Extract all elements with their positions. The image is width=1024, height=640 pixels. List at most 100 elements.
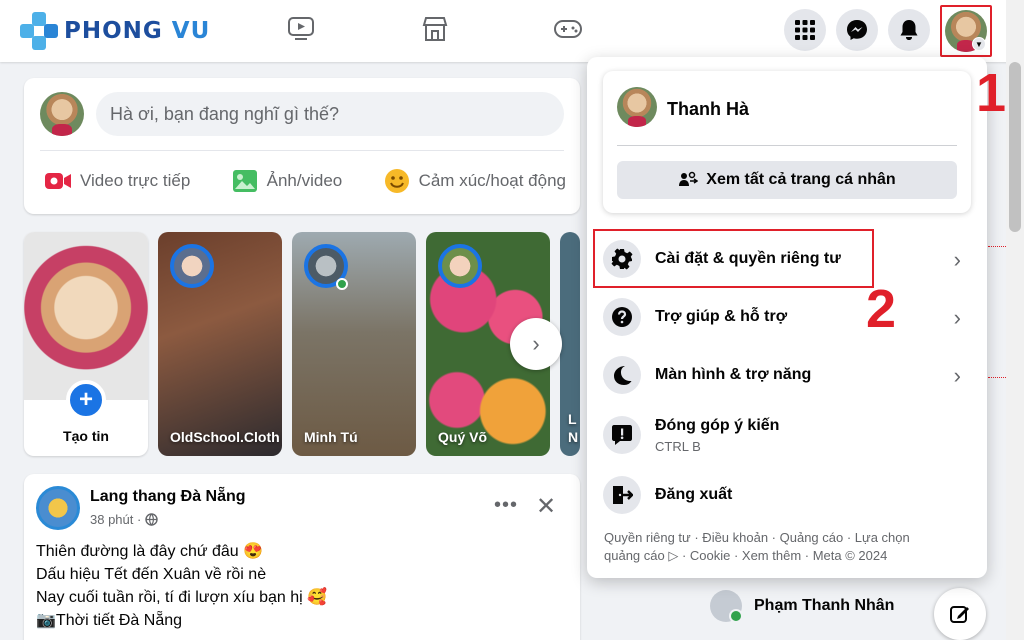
brand-name-part1: PHONG (64, 18, 172, 44)
story-avatar (438, 244, 482, 288)
post-body: Thiên đường là đây chứ đâu 😍 Dấu hiệu Tế… (36, 540, 327, 632)
contact-avatar (710, 590, 743, 623)
story-avatar (170, 244, 214, 288)
menu-item-text: Đóng góp ý kiến CTRL B (655, 417, 779, 454)
annotation-step-1: 1 (976, 63, 1007, 123)
dotted-guide (988, 246, 1006, 247)
contact-name: Phạm Thanh Nhân (754, 597, 895, 614)
post-line: Dấu hiệu Tết đến Xuân về rồi nè (36, 566, 267, 583)
live-video-icon (44, 168, 72, 194)
feeling-activity-button[interactable]: Cảm xúc/hoạt động (379, 160, 570, 202)
menu-footer-links[interactable]: Quyền riêng tư · Điều khoản · Quảng cáo … (604, 529, 976, 565)
photo-video-button[interactable]: Ảnh/video (227, 160, 347, 202)
top-navigation-bar: PHONG VU ▼ (0, 0, 1024, 62)
brand-name-part2: VU (171, 18, 211, 44)
photo-video-label: Ảnh/video (266, 171, 343, 190)
dotted-guide (988, 377, 1006, 378)
composer-avatar[interactable] (40, 92, 84, 136)
menu-profile-avatar (617, 87, 657, 127)
page-scrollbar[interactable] (1006, 0, 1024, 640)
brand-name: PHONG VU (64, 18, 210, 44)
new-message-button[interactable] (934, 588, 986, 640)
live-video-label: Video trực tiếp (80, 171, 191, 190)
post-line: 📷Thời tiết Đà Nẵng (36, 612, 183, 629)
post-composer: Hà ơi, bạn đang nghĩ gì thế? Video trực … (24, 78, 580, 214)
feeling-activity-label: Cảm xúc/hoạt động (418, 171, 566, 190)
brand-logo-mark (20, 12, 58, 50)
menu-item-help-support[interactable]: Trợ giúp & hỗ trợ › (599, 289, 975, 345)
compose-icon (950, 606, 969, 623)
story-card[interactable]: L N (560, 232, 580, 456)
post-line: Thiên đường là đây chứ đâu 😍 (36, 543, 264, 560)
post-meta: 38 phút · (90, 512, 159, 527)
chevron-right-icon: › (953, 247, 961, 272)
post-author-avatar[interactable] (36, 486, 80, 530)
scrollbar-thumb[interactable] (1009, 62, 1021, 232)
profile-card[interactable]: Thanh Hà Xem tất cả trang cá nhân (603, 71, 971, 213)
messenger-button[interactable] (836, 9, 878, 51)
composer-actions: Video trực tiếp Ảnh/video Cảm xúc/hoạt đ… (40, 160, 570, 202)
footer-links-line[interactable]: Quyền riêng tư · Điều khoản · Quảng cáo … (604, 529, 976, 547)
grid-menu-icon (795, 20, 815, 40)
close-icon[interactable]: ✕ (536, 492, 556, 521)
plus-icon[interactable]: + (66, 380, 106, 420)
story-name: Minh Tú (304, 429, 358, 445)
annotation-step-2: 2 (866, 279, 897, 339)
composer-input[interactable]: Hà ơi, bạn đang nghĩ gì thế? (96, 92, 564, 136)
chevron-down-icon: ▼ (972, 37, 986, 51)
bell-icon (900, 20, 918, 40)
create-story-card[interactable]: + Tạo tin (24, 232, 148, 456)
contact-item[interactable]: Phạm Thanh Nhân (710, 590, 895, 623)
notifications-button[interactable] (888, 9, 930, 51)
video-icon[interactable] (286, 14, 316, 44)
feeling-icon (383, 168, 411, 194)
post-time[interactable]: 38 phút · (90, 512, 141, 527)
post-author-name[interactable]: Lang thang Đà Nẵng (90, 488, 246, 506)
help-icon (603, 298, 641, 336)
story-card[interactable]: Minh Tú (292, 232, 416, 456)
gaming-icon[interactable] (553, 14, 583, 44)
brand-logo: PHONG VU (20, 12, 225, 50)
story-name: Quý Võ (438, 429, 488, 445)
divider (617, 145, 957, 146)
feedback-icon (603, 416, 641, 454)
grid-menu-button[interactable] (784, 9, 826, 51)
menu-item-label: Đóng góp ý kiến (655, 416, 780, 434)
story-name: L N (568, 411, 579, 445)
menu-item-give-feedback[interactable]: Đóng góp ý kiến CTRL B (599, 407, 975, 463)
marketplace-icon[interactable] (420, 14, 450, 44)
highlight-box-settings (593, 229, 874, 288)
footer-links-line[interactable]: quảng cáo ▷ · Cookie · Xem thêm · Meta ©… (604, 547, 976, 565)
stories-tray: + Tạo tin OldSchool.Cloth Minh Tú Quý Võ… (24, 232, 580, 456)
feed-post: Lang thang Đà Nẵng 38 phút · ••• ✕ Thiên… (24, 474, 580, 640)
create-story-label: Tạo tin (63, 428, 109, 444)
globe-icon (145, 513, 159, 526)
photo-icon (231, 168, 259, 194)
menu-profile-name: Thanh Hà (667, 99, 750, 119)
create-story-photo (24, 232, 148, 400)
messenger-icon (847, 20, 867, 40)
chevron-right-icon: › (532, 331, 540, 356)
moon-icon (603, 356, 641, 394)
account-menu: Thanh Hà Xem tất cả trang cá nhân Cài đặ… (587, 57, 987, 578)
more-options-icon[interactable]: ••• (494, 494, 518, 517)
post-line: Nay cuối tuần rồi, tí đi lượn xíu bạn hị… (36, 589, 328, 606)
divider (40, 150, 564, 151)
see-all-label: Xem tất cả trang cá nhân (706, 171, 896, 188)
shortcut-hint: CTRL B (655, 438, 701, 454)
chevron-right-icon: › (953, 305, 961, 330)
menu-item-label: Đăng xuất (655, 486, 733, 503)
story-card[interactable]: OldSchool.Cloth (158, 232, 282, 456)
chevron-right-icon: › (953, 363, 961, 388)
story-name: OldSchool.Cloth (170, 429, 280, 445)
profile-menu-button[interactable]: ▼ (940, 5, 992, 57)
online-status-dot (336, 278, 348, 290)
live-video-button[interactable]: Video trực tiếp (40, 160, 194, 202)
switch-profile-icon (678, 171, 699, 189)
logout-icon (603, 476, 641, 514)
menu-item-display-accessibility[interactable]: Màn hình & trợ năng › (599, 347, 975, 403)
menu-item-log-out[interactable]: Đăng xuất (599, 467, 975, 523)
menu-item-label: Trợ giúp & hỗ trợ (655, 308, 788, 325)
see-all-profiles-button[interactable]: Xem tất cả trang cá nhân (617, 161, 957, 199)
stories-next-button[interactable]: › (510, 318, 562, 370)
